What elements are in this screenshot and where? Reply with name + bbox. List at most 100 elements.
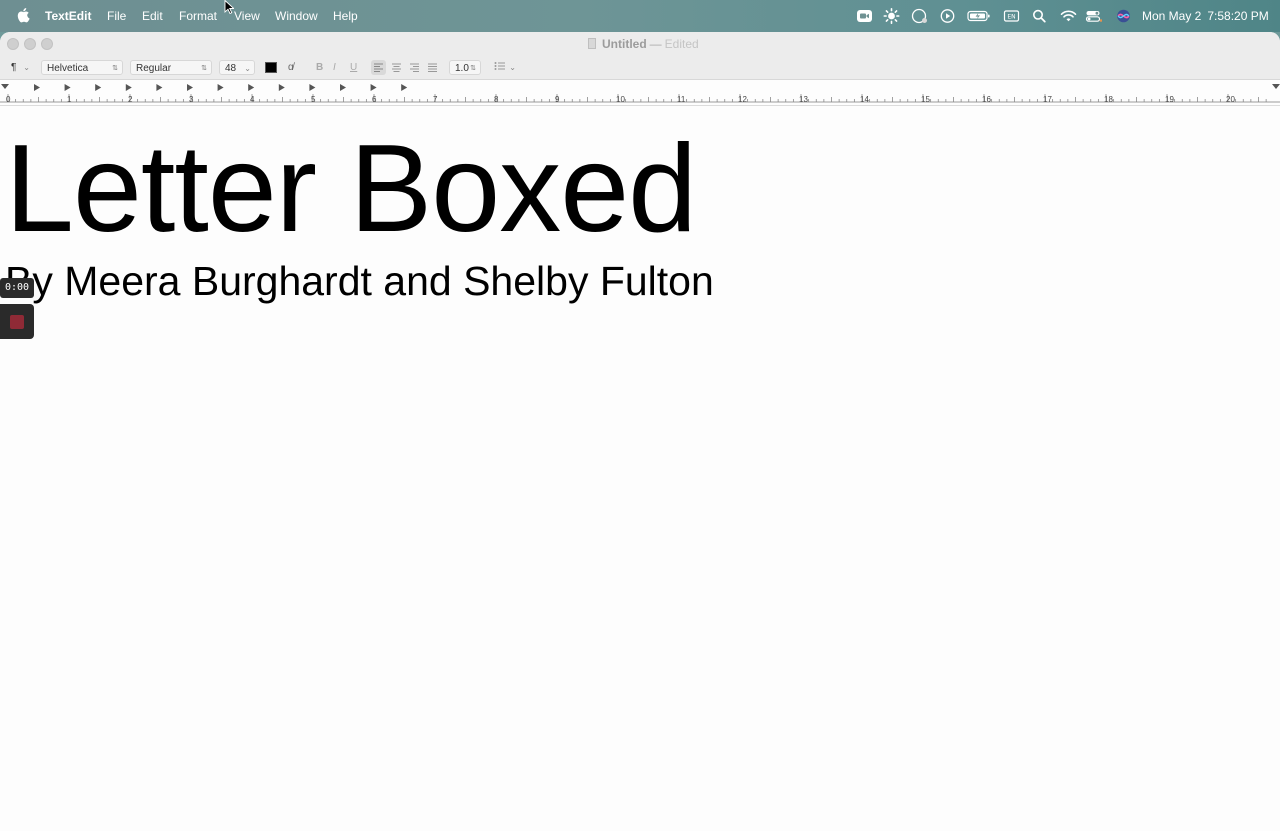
tab-stop-marker: [401, 84, 408, 91]
document-icon: [588, 38, 596, 49]
font-size-combo[interactable]: 48 ⌄: [219, 60, 255, 75]
tab-stop-marker: [309, 84, 316, 91]
ruler-label: 5: [311, 95, 316, 104]
underline-button[interactable]: U: [350, 61, 357, 75]
ruler-label: 2: [128, 95, 133, 104]
menubar-clock[interactable]: Mon May 2 7:58:20 PM: [1142, 9, 1269, 23]
font-style-select[interactable]: Regular ⇅: [130, 60, 212, 75]
ruler-label: 18: [1104, 95, 1113, 104]
menu-file[interactable]: File: [107, 9, 126, 23]
font-family-select[interactable]: Helvetica ⇅: [41, 60, 123, 75]
paragraph-style-icon: ¶: [11, 62, 17, 73]
text-color-well[interactable]: [265, 62, 277, 73]
ruler-label: 14: [860, 95, 869, 104]
document-subtitle-text[interactable]: By Meera Burghardt and Shelby Fulton: [5, 258, 714, 304]
format-toolbar: ¶ ⌄ Helvetica ⇅ Regular ⇅ 48 ⌄ ɑ̸ B I U 1.0 ⇅…: [0, 56, 1280, 80]
stop-recording-button[interactable]: [0, 304, 34, 339]
control-center-icon[interactable]: [1085, 8, 1102, 24]
zoom-icon[interactable]: [856, 8, 873, 24]
align-left-button[interactable]: [371, 60, 386, 75]
ruler-label: 0: [6, 95, 11, 104]
chevron-down-icon: ⌄: [23, 63, 30, 72]
zoom-button[interactable]: [41, 38, 53, 50]
italic-button[interactable]: I: [333, 61, 336, 75]
tab-stop-marker: [64, 84, 71, 91]
up-down-arrows-icon: ⇅: [470, 65, 476, 72]
title-bar[interactable]: Untitled — Edited: [0, 32, 1280, 56]
tab-stop-marker: [370, 84, 377, 91]
recording-timer: 0:00: [0, 278, 34, 298]
tab-stop-marker: [340, 84, 346, 91]
menu-app-name[interactable]: TextEdit: [45, 9, 91, 23]
brightness-icon[interactable]: [883, 8, 900, 24]
ruler-label: 9: [555, 95, 560, 104]
minimize-button[interactable]: [24, 38, 36, 50]
menu-window[interactable]: Window: [275, 9, 318, 23]
ruler-label: 17: [1043, 95, 1052, 104]
play-icon[interactable]: [939, 8, 956, 24]
ruler-label: 10: [616, 95, 625, 104]
document-area[interactable]: Letter Boxed By Meera Burghardt and Shel…: [0, 106, 1280, 831]
mouse-pointer-icon: [224, 0, 234, 14]
menu-format[interactable]: Format: [179, 9, 217, 23]
menu-help[interactable]: Help: [333, 9, 358, 23]
tab-stop-marker: [278, 84, 285, 91]
up-down-arrows-icon: ⇅: [201, 65, 207, 72]
tab-stop-marker: [125, 84, 132, 91]
window-title-status: Edited: [664, 37, 699, 51]
paragraph-style-dropdown[interactable]: ¶ ⌄: [6, 60, 33, 75]
ruler-label: 15: [921, 95, 930, 104]
ruler-label: 7: [433, 95, 438, 104]
menu-bar: TextEdit File Edit Format View Window He…: [0, 0, 1280, 32]
window-title-name: Untitled: [602, 37, 647, 51]
font-family-value: Helvetica: [47, 63, 89, 74]
font-size-value: 48: [225, 63, 237, 74]
ruler-label: 8: [494, 95, 499, 104]
font-style-value: Regular: [136, 63, 172, 74]
search-icon[interactable]: [1031, 8, 1048, 24]
ruler-label: 4: [250, 95, 255, 104]
ruler-label: 3: [189, 95, 194, 104]
stop-icon: [10, 315, 24, 329]
ruler-label: 12: [738, 95, 747, 104]
list-style-dropdown[interactable]: ⌄: [489, 60, 519, 75]
ruler[interactable]: 0 1 2 3 4 5 6 7 8 9 10 11 12 13 14 15 16 17 18 19 20: [0, 80, 1280, 106]
list-bullets-icon: [494, 62, 505, 70]
line-spacing-select[interactable]: 1.0 ⇅: [449, 60, 481, 75]
tab-stop-marker: [217, 84, 224, 91]
line-spacing-value: 1.0: [455, 63, 469, 74]
ruler-label: 13: [799, 95, 808, 104]
ruler-label: 20: [1226, 95, 1235, 104]
bold-button[interactable]: B: [316, 61, 323, 75]
clock-date: Mon May 2: [1142, 9, 1202, 23]
tab-stop-marker: [187, 84, 193, 91]
highlight-color-icon[interactable]: ɑ̸: [288, 61, 294, 75]
align-right-button[interactable]: [407, 60, 422, 75]
battery-icon[interactable]: [967, 8, 991, 24]
menu-view[interactable]: View: [234, 9, 260, 23]
apple-menu-icon[interactable]: [16, 7, 30, 23]
up-down-arrows-icon: ⇅: [112, 65, 118, 72]
ruler-label: 6: [372, 95, 377, 104]
ruler-scale: 0 1 2 3 4 5 6 7 8 9 10 11 12 13 14 15 16 17 18 19 20: [0, 84, 1280, 104]
clock-time: 7:58:20 PM: [1207, 9, 1269, 23]
align-center-button[interactable]: [389, 60, 404, 75]
tab-stop-marker: [248, 84, 255, 91]
right-indent-marker: [1272, 84, 1280, 89]
ruler-label: 19: [1165, 95, 1174, 104]
chevron-down-icon: ⌄: [244, 64, 251, 73]
ruler-label: 16: [982, 95, 991, 104]
moon-icon[interactable]: [911, 8, 928, 24]
justify-button[interactable]: [425, 60, 440, 75]
menu-edit[interactable]: Edit: [142, 9, 163, 23]
close-button[interactable]: [7, 38, 19, 50]
window-title: Untitled — Edited: [588, 37, 699, 51]
wifi-icon[interactable]: [1060, 8, 1077, 24]
chevron-down-icon: ⌄: [509, 63, 516, 72]
document-title-text[interactable]: Letter Boxed: [5, 124, 697, 254]
tab-stop-marker: [156, 84, 163, 91]
ruler-label: 1: [67, 95, 72, 104]
siri-icon[interactable]: [1115, 8, 1132, 24]
textedit-window: Untitled — Edited ¶ ⌄ Helvetica ⇅ Regular ⇅ 4…: [0, 32, 1280, 831]
keyboard-icon[interactable]: EN: [1003, 8, 1020, 24]
